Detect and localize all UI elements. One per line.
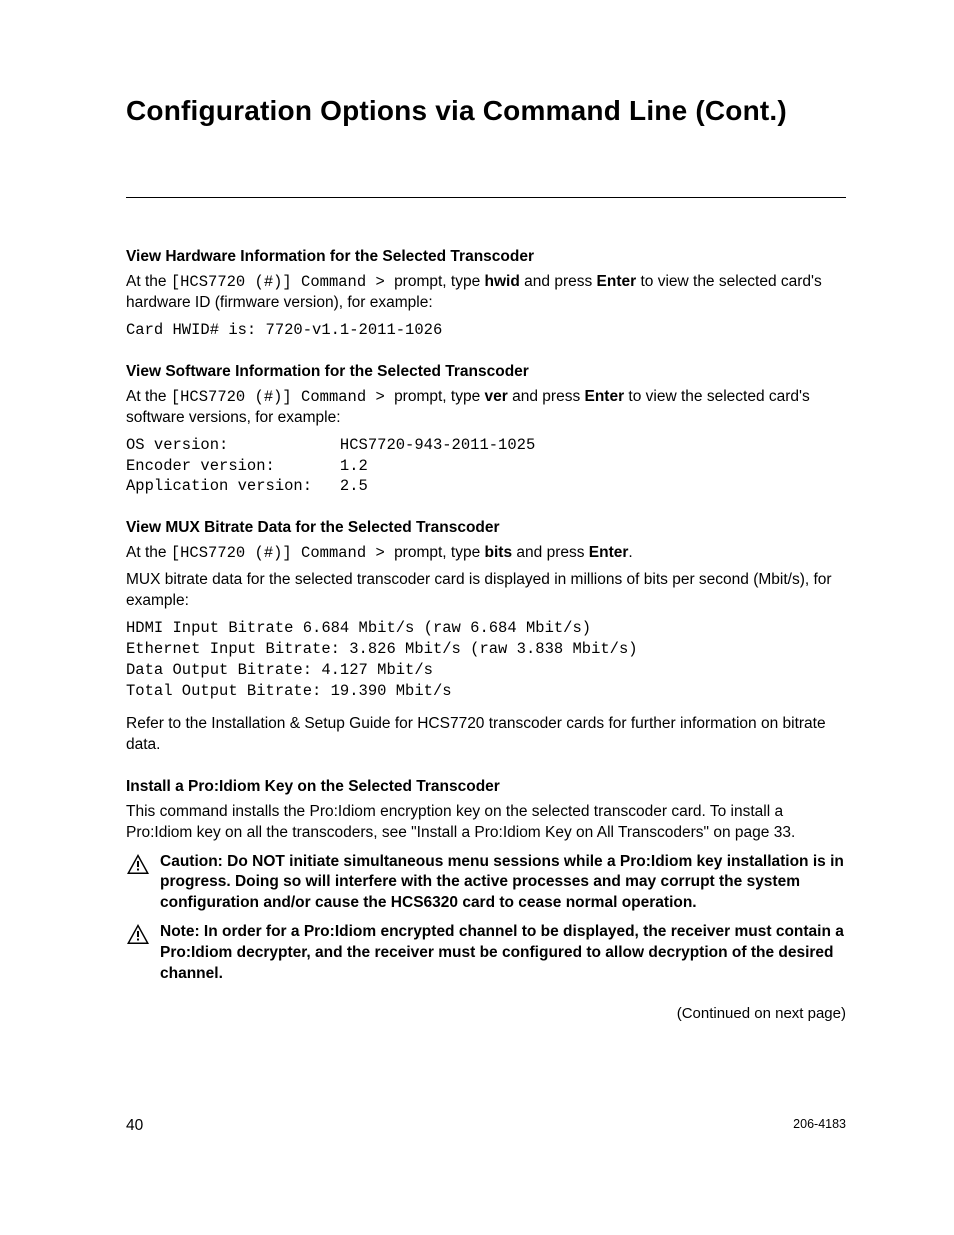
paragraph-mux-3: Refer to the Installation & Setup Guide …: [126, 714, 846, 756]
text: prompt, type: [394, 273, 484, 290]
page-number: 40: [126, 1117, 143, 1135]
text: and press: [520, 273, 597, 290]
continued-label: (Continued on next page): [126, 1005, 846, 1022]
section-heading-sw: View Software Information for the Select…: [126, 363, 846, 381]
text: prompt, type: [394, 388, 484, 405]
command-text: hwid: [485, 273, 520, 290]
prompt-text: [HCS7720 (#)] Command >: [171, 273, 394, 291]
code-block-sw: OS version: HCS7720-943-2011-1025 Encode…: [126, 435, 846, 498]
document-number: 206-4183: [793, 1117, 846, 1135]
paragraph-mux-1: At the [HCS7720 (#)] Command > prompt, t…: [126, 543, 846, 564]
note-text: Note: In order for a Pro:Idiom encrypted…: [160, 922, 846, 985]
page-footer: 40 206-4183: [126, 1117, 846, 1135]
key-text: Enter: [585, 388, 625, 405]
warning-icon: [126, 853, 150, 875]
text: At the: [126, 544, 171, 561]
text: and press: [512, 544, 589, 561]
page-title: Configuration Options via Command Line (…: [126, 95, 846, 127]
text: .: [628, 544, 632, 561]
paragraph-sw: At the [HCS7720 (#)] Command > prompt, t…: [126, 387, 846, 429]
command-text: ver: [485, 388, 508, 405]
prompt-text: [HCS7720 (#)] Command >: [171, 388, 394, 406]
text: and press: [508, 388, 585, 405]
warning-icon: [126, 923, 150, 945]
key-text: Enter: [597, 273, 637, 290]
text: prompt, type: [394, 544, 484, 561]
prompt-text: [HCS7720 (#)] Command >: [171, 544, 394, 562]
horizontal-rule: [126, 197, 846, 198]
code-block-hw: Card HWID# is: 7720-v1.1-2011-1026: [126, 320, 846, 341]
paragraph-proidiom: This command installs the Pro:Idiom encr…: [126, 802, 846, 844]
section-heading-proidiom: Install a Pro:Idiom Key on the Selected …: [126, 778, 846, 796]
section-heading-mux: View MUX Bitrate Data for the Selected T…: [126, 519, 846, 537]
caution-box: Caution: Do NOT initiate simultaneous me…: [126, 852, 846, 915]
paragraph-mux-2: MUX bitrate data for the selected transc…: [126, 570, 846, 612]
text: At the: [126, 273, 171, 290]
note-box: Note: In order for a Pro:Idiom encrypted…: [126, 922, 846, 985]
section-heading-hw: View Hardware Information for the Select…: [126, 248, 846, 266]
command-text: bits: [485, 544, 513, 561]
paragraph-hw: At the [HCS7720 (#)] Command > prompt, t…: [126, 272, 846, 314]
code-block-mux: HDMI Input Bitrate 6.684 Mbit/s (raw 6.6…: [126, 618, 846, 702]
text: At the: [126, 388, 171, 405]
caution-text: Caution: Do NOT initiate simultaneous me…: [160, 852, 846, 915]
key-text: Enter: [589, 544, 629, 561]
